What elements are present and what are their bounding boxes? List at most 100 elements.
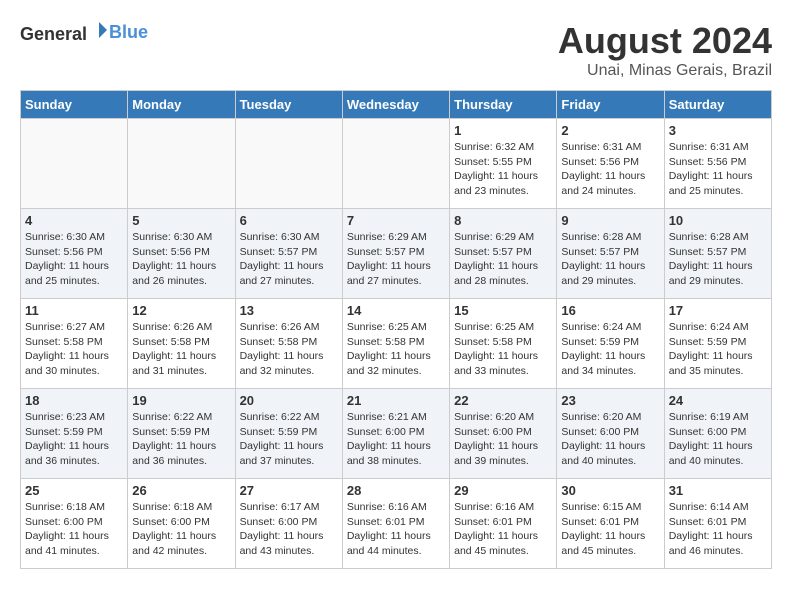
- day-info: Sunrise: 6:28 AM Sunset: 5:57 PM Dayligh…: [561, 230, 659, 289]
- day-info: Sunrise: 6:30 AM Sunset: 5:56 PM Dayligh…: [25, 230, 123, 289]
- day-number: 9: [561, 213, 659, 228]
- day-info: Sunrise: 6:26 AM Sunset: 5:58 PM Dayligh…: [240, 320, 338, 379]
- calendar-cell: 15 Sunrise: 6:25 AM Sunset: 5:58 PM Dayli…: [450, 299, 557, 389]
- day-info: Sunrise: 6:27 AM Sunset: 5:58 PM Dayligh…: [25, 320, 123, 379]
- day-number: 4: [25, 213, 123, 228]
- day-info: Sunrise: 6:31 AM Sunset: 5:56 PM Dayligh…: [669, 140, 767, 199]
- day-number: 21: [347, 393, 445, 408]
- calendar-cell: 17Sunrise: 6:24 AM Sunset: 5:59 PM Dayli…: [664, 299, 771, 389]
- day-info: Sunrise: 6:30 AM Sunset: 5:57 PM Dayligh…: [240, 230, 338, 289]
- day-number: 5: [132, 213, 230, 228]
- day-info: Sunrise: 6:21 AM Sunset: 6:00 PM Dayligh…: [347, 410, 445, 469]
- day-number: 3: [669, 123, 767, 138]
- day-of-week-header: Tuesday: [235, 91, 342, 119]
- day-info: Sunrise: 6:25 AM Sunset: 5:58 PM Dayligh…: [454, 320, 552, 379]
- day-info: Sunrise: 6:15 AM Sunset: 6:01 PM Dayligh…: [561, 500, 659, 559]
- day-of-week-header: Friday: [557, 91, 664, 119]
- day-info: Sunrise: 6:32 AM Sunset: 5:55 PM Dayligh…: [454, 140, 552, 199]
- day-number: 20: [240, 393, 338, 408]
- calendar-cell: 26 Sunrise: 6:18 AM Sunset: 6:00 PM Dayli…: [128, 479, 235, 569]
- day-number: 16: [561, 303, 659, 318]
- calendar-cell: 8Sunrise: 6:29 AM Sunset: 5:57 PM Daylig…: [450, 209, 557, 299]
- calendar-cell: 16 Sunrise: 6:24 AM Sunset: 5:59 PM Dayli…: [557, 299, 664, 389]
- calendar-cell: 2 Sunrise: 6:31 AM Sunset: 5:56 PM Daylig…: [557, 119, 664, 209]
- day-number: 28: [347, 483, 445, 498]
- day-number: 14: [347, 303, 445, 318]
- logo: General Blue: [20, 20, 148, 45]
- day-info: Sunrise: 6:18 AM Sunset: 6:00 PM Dayligh…: [25, 500, 123, 559]
- calendar-cell: 31Sunrise: 6:14 AM Sunset: 6:01 PM Dayli…: [664, 479, 771, 569]
- day-info: Sunrise: 6:29 AM Sunset: 5:57 PM Dayligh…: [454, 230, 552, 289]
- calendar-cell: 6Sunrise: 6:30 AM Sunset: 5:57 PM Daylig…: [235, 209, 342, 299]
- day-of-week-header: Sunday: [21, 91, 128, 119]
- calendar-cell: 11 Sunrise: 6:27 AM Sunset: 5:58 PM Dayli…: [21, 299, 128, 389]
- calendar-cell: 14 Sunrise: 6:25 AM Sunset: 5:58 PM Dayli…: [342, 299, 449, 389]
- day-info: Sunrise: 6:26 AM Sunset: 5:58 PM Dayligh…: [132, 320, 230, 379]
- day-info: Sunrise: 6:22 AM Sunset: 5:59 PM Dayligh…: [132, 410, 230, 469]
- calendar-cell: 27 Sunrise: 6:17 AM Sunset: 6:00 PM Dayli…: [235, 479, 342, 569]
- day-info: Sunrise: 6:18 AM Sunset: 6:00 PM Dayligh…: [132, 500, 230, 559]
- day-info: Sunrise: 6:25 AM Sunset: 5:58 PM Dayligh…: [347, 320, 445, 379]
- day-number: 29: [454, 483, 552, 498]
- calendar-cell: 12 Sunrise: 6:26 AM Sunset: 5:58 PM Dayli…: [128, 299, 235, 389]
- day-info: Sunrise: 6:24 AM Sunset: 5:59 PM Dayligh…: [561, 320, 659, 379]
- day-info: Sunrise: 6:14 AM Sunset: 6:01 PM Dayligh…: [669, 500, 767, 559]
- location: Unai, Minas Gerais, Brazil: [558, 62, 772, 80]
- day-number: 18: [25, 393, 123, 408]
- day-number: 7: [347, 213, 445, 228]
- day-number: 30: [561, 483, 659, 498]
- month-year: August 2024: [558, 20, 772, 62]
- day-info: Sunrise: 6:30 AM Sunset: 5:56 PM Dayligh…: [132, 230, 230, 289]
- day-info: Sunrise: 6:28 AM Sunset: 5:57 PM Dayligh…: [669, 230, 767, 289]
- calendar-cell: 30 Sunrise: 6:15 AM Sunset: 6:01 PM Dayli…: [557, 479, 664, 569]
- day-info: Sunrise: 6:22 AM Sunset: 5:59 PM Dayligh…: [240, 410, 338, 469]
- day-number: 1: [454, 123, 552, 138]
- title-area: August 2024 Unai, Minas Gerais, Brazil: [558, 20, 772, 80]
- day-of-week-header: Wednesday: [342, 91, 449, 119]
- day-number: 22: [454, 393, 552, 408]
- calendar-cell: 1 Sunrise: 6:32 AM Sunset: 5:55 PM Daylig…: [450, 119, 557, 209]
- day-number: 24: [669, 393, 767, 408]
- day-info: Sunrise: 6:17 AM Sunset: 6:00 PM Dayligh…: [240, 500, 338, 559]
- day-of-week-header: Monday: [128, 91, 235, 119]
- calendar-cell: [342, 119, 449, 209]
- day-number: 26: [132, 483, 230, 498]
- calendar-cell: [21, 119, 128, 209]
- day-number: 15: [454, 303, 552, 318]
- day-info: Sunrise: 6:16 AM Sunset: 6:01 PM Dayligh…: [454, 500, 552, 559]
- day-number: 17: [669, 303, 767, 318]
- calendar: SundayMondayTuesdayWednesdayThursdayFrid…: [20, 90, 772, 569]
- calendar-cell: [128, 119, 235, 209]
- logo-icon: [89, 20, 109, 40]
- calendar-cell: 25 Sunrise: 6:18 AM Sunset: 6:00 PM Dayli…: [21, 479, 128, 569]
- day-info: Sunrise: 6:16 AM Sunset: 6:01 PM Dayligh…: [347, 500, 445, 559]
- day-number: 27: [240, 483, 338, 498]
- day-info: Sunrise: 6:20 AM Sunset: 6:00 PM Dayligh…: [454, 410, 552, 469]
- calendar-cell: 3 Sunrise: 6:31 AM Sunset: 5:56 PM Daylig…: [664, 119, 771, 209]
- calendar-cell: 7 Sunrise: 6:29 AM Sunset: 5:57 PM Daylig…: [342, 209, 449, 299]
- calendar-cell: 9 Sunrise: 6:28 AM Sunset: 5:57 PM Daylig…: [557, 209, 664, 299]
- day-of-week-header: Thursday: [450, 91, 557, 119]
- logo-blue-text: Blue: [109, 22, 148, 42]
- calendar-cell: [235, 119, 342, 209]
- day-number: 10: [669, 213, 767, 228]
- calendar-cell: 10 Sunrise: 6:28 AM Sunset: 5:57 PM Dayli…: [664, 209, 771, 299]
- day-info: Sunrise: 6:29 AM Sunset: 5:57 PM Dayligh…: [347, 230, 445, 289]
- day-info: Sunrise: 6:19 AM Sunset: 6:00 PM Dayligh…: [669, 410, 767, 469]
- header: General Blue August 2024 Unai, Minas Ger…: [20, 20, 772, 80]
- day-info: Sunrise: 6:20 AM Sunset: 6:00 PM Dayligh…: [561, 410, 659, 469]
- day-number: 13: [240, 303, 338, 318]
- day-info: Sunrise: 6:23 AM Sunset: 5:59 PM Dayligh…: [25, 410, 123, 469]
- day-info: Sunrise: 6:31 AM Sunset: 5:56 PM Dayligh…: [561, 140, 659, 199]
- calendar-cell: 4 Sunrise: 6:30 AM Sunset: 5:56 PM Daylig…: [21, 209, 128, 299]
- day-number: 23: [561, 393, 659, 408]
- day-number: 2: [561, 123, 659, 138]
- day-number: 19: [132, 393, 230, 408]
- day-number: 11: [25, 303, 123, 318]
- calendar-cell: 22 Sunrise: 6:20 AM Sunset: 6:00 PM Dayli…: [450, 389, 557, 479]
- logo-general-text: General: [20, 24, 87, 44]
- calendar-cell: 28 Sunrise: 6:16 AM Sunset: 6:01 PM Dayli…: [342, 479, 449, 569]
- day-number: 12: [132, 303, 230, 318]
- day-number: 25: [25, 483, 123, 498]
- calendar-cell: 18 Sunrise: 6:23 AM Sunset: 5:59 PM Dayli…: [21, 389, 128, 479]
